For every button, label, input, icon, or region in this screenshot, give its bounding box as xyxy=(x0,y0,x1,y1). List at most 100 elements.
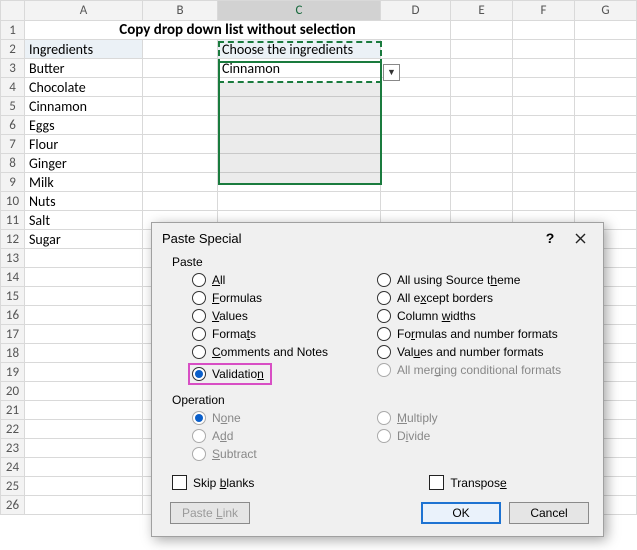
help-button[interactable]: ? xyxy=(535,225,565,251)
radio-validation[interactable]: Validation xyxy=(192,363,357,385)
cell[interactable] xyxy=(513,97,575,116)
cell[interactable] xyxy=(25,382,143,401)
cell[interactable] xyxy=(381,40,451,59)
cell[interactable] xyxy=(25,477,143,496)
cell[interactable] xyxy=(25,325,143,344)
ingredient-cell[interactable]: Salt xyxy=(25,211,143,230)
cell[interactable] xyxy=(575,97,637,116)
cell[interactable] xyxy=(451,173,513,192)
cell[interactable] xyxy=(513,135,575,154)
cell[interactable] xyxy=(143,116,218,135)
ingredient-cell[interactable]: Chocolate xyxy=(25,78,143,97)
col-header-a[interactable]: A xyxy=(25,1,143,21)
cell[interactable] xyxy=(451,116,513,135)
cell[interactable] xyxy=(25,306,143,325)
dropdown-button[interactable]: ▼ xyxy=(383,64,400,81)
cell[interactable] xyxy=(381,135,451,154)
ingredient-cell[interactable]: Cinnamon xyxy=(25,97,143,116)
ingredients-header[interactable]: Ingredients xyxy=(25,40,143,59)
radio-columnWidths[interactable]: Column widths xyxy=(377,309,572,323)
cell[interactable] xyxy=(575,116,637,135)
cell[interactable] xyxy=(143,59,218,78)
radio-formulas[interactable]: Formulas xyxy=(192,291,357,305)
row-header[interactable]: 20 xyxy=(1,382,25,401)
radio-values[interactable]: Values xyxy=(192,309,357,323)
cell[interactable] xyxy=(143,40,218,59)
radio-all[interactable]: All xyxy=(192,273,357,287)
cell[interactable] xyxy=(25,496,143,515)
cell[interactable] xyxy=(218,173,381,192)
cell[interactable] xyxy=(575,192,637,211)
col-header-e[interactable]: E xyxy=(451,1,513,21)
cell[interactable] xyxy=(513,21,575,40)
row-header[interactable]: 15 xyxy=(1,287,25,306)
cell[interactable] xyxy=(218,192,381,211)
dropdown-value-cell[interactable]: Cinnamon xyxy=(218,59,381,78)
row-header[interactable]: 17 xyxy=(1,325,25,344)
cell[interactable] xyxy=(451,135,513,154)
cancel-button[interactable]: Cancel xyxy=(509,502,589,524)
cell[interactable] xyxy=(575,78,637,97)
cell[interactable] xyxy=(25,268,143,287)
radio-allTheme[interactable]: All using Source theme xyxy=(377,273,572,287)
row-header[interactable]: 25 xyxy=(1,477,25,496)
row-header[interactable]: 22 xyxy=(1,420,25,439)
ok-button[interactable]: OK xyxy=(421,502,501,524)
close-button[interactable] xyxy=(565,225,595,251)
row-header[interactable]: 6 xyxy=(1,116,25,135)
cell[interactable] xyxy=(218,135,381,154)
cell[interactable] xyxy=(513,116,575,135)
column-headers[interactable]: A B C D E F G xyxy=(1,1,637,21)
cell[interactable] xyxy=(143,135,218,154)
cell[interactable] xyxy=(143,97,218,116)
ingredient-cell[interactable]: Sugar xyxy=(25,230,143,249)
row-header[interactable]: 26 xyxy=(1,496,25,515)
cell[interactable] xyxy=(25,344,143,363)
ingredient-cell[interactable]: Nuts xyxy=(25,192,143,211)
cell[interactable] xyxy=(381,116,451,135)
cell[interactable] xyxy=(25,439,143,458)
transpose-checkbox[interactable]: Transpose xyxy=(429,475,506,490)
cell[interactable] xyxy=(513,78,575,97)
col-header-b[interactable]: B xyxy=(143,1,218,21)
cell[interactable] xyxy=(25,287,143,306)
cell[interactable] xyxy=(513,59,575,78)
row-header[interactable]: 3 xyxy=(1,59,25,78)
row-header[interactable]: 19 xyxy=(1,363,25,382)
col-header-f[interactable]: F xyxy=(513,1,575,21)
cell[interactable] xyxy=(513,40,575,59)
cell[interactable] xyxy=(25,458,143,477)
radio-formats[interactable]: Formats xyxy=(192,327,357,341)
ingredient-cell[interactable]: Butter xyxy=(25,59,143,78)
cell[interactable] xyxy=(381,154,451,173)
radio-allExceptBorders[interactable]: All except borders xyxy=(377,291,572,305)
cell[interactable] xyxy=(575,40,637,59)
row-header[interactable]: 23 xyxy=(1,439,25,458)
ingredient-cell[interactable]: Milk xyxy=(25,173,143,192)
cell[interactable] xyxy=(451,59,513,78)
cell[interactable] xyxy=(451,154,513,173)
row-header[interactable]: 9 xyxy=(1,173,25,192)
cell[interactable] xyxy=(575,154,637,173)
cell[interactable] xyxy=(451,97,513,116)
cell[interactable] xyxy=(381,97,451,116)
row-header[interactable]: 5 xyxy=(1,97,25,116)
cell[interactable] xyxy=(575,21,637,40)
cell[interactable] xyxy=(513,154,575,173)
skip-blanks-checkbox[interactable]: Skip blanks xyxy=(172,475,254,490)
ingredient-cell[interactable]: Flour xyxy=(25,135,143,154)
cell[interactable] xyxy=(143,154,218,173)
cell[interactable] xyxy=(218,154,381,173)
row-header[interactable]: 24 xyxy=(1,458,25,477)
cell[interactable] xyxy=(218,97,381,116)
cell[interactable] xyxy=(381,192,451,211)
row-header[interactable]: 14 xyxy=(1,268,25,287)
row-header[interactable]: 2 xyxy=(1,40,25,59)
cell[interactable] xyxy=(25,249,143,268)
row-header[interactable]: 7 xyxy=(1,135,25,154)
ingredient-cell[interactable]: Eggs xyxy=(25,116,143,135)
cell[interactable] xyxy=(451,21,513,40)
row-header[interactable]: 11 xyxy=(1,211,25,230)
row-header[interactable]: 4 xyxy=(1,78,25,97)
page-title[interactable]: Copy drop down list without selection xyxy=(25,21,451,40)
